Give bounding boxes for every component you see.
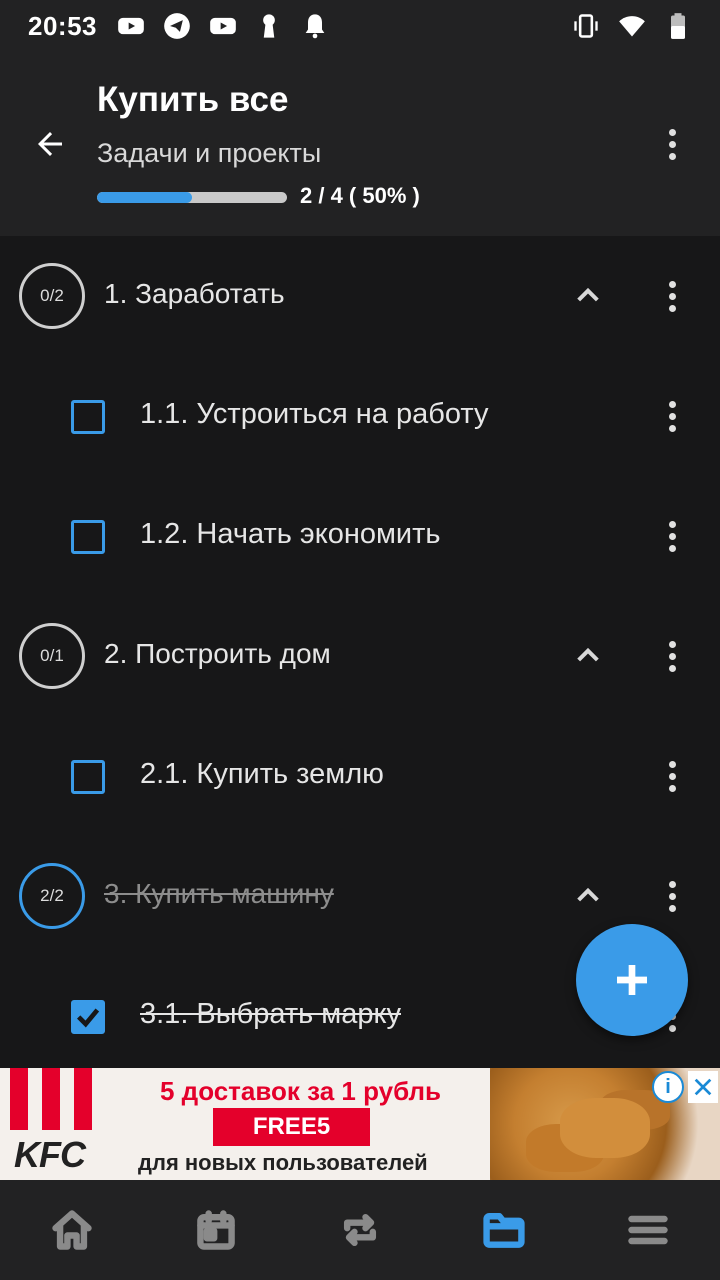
chevron-up-icon <box>577 287 599 302</box>
ad-banner[interactable]: KFC 5 доставок за 1 рубль FREE5 для новы… <box>0 1068 720 1180</box>
task-checkbox[interactable] <box>71 520 105 554</box>
chevron-up-icon <box>577 887 599 902</box>
group-menu-button[interactable] <box>652 872 692 920</box>
home-icon <box>52 1210 92 1250</box>
overall-progress-bar <box>97 192 287 203</box>
page-title: Купить все <box>97 80 289 119</box>
ad-promo-code: FREE5 <box>213 1108 370 1146</box>
ad-close-button[interactable] <box>688 1071 718 1103</box>
task-checkbox[interactable] <box>71 400 105 434</box>
group-progress-ring: 0/1 <box>19 623 85 689</box>
bottom-navigation <box>0 1180 720 1280</box>
collapse-button[interactable] <box>568 876 608 916</box>
more-vert-icon <box>668 520 676 552</box>
battery-icon <box>664 12 692 40</box>
plus-icon <box>617 965 647 995</box>
nav-projects[interactable] <box>432 1180 576 1280</box>
overall-progress-text: 2 / 4 ( 50% ) <box>300 183 420 208</box>
notification-icons <box>117 12 329 40</box>
overall-progress-fill <box>97 192 192 203</box>
task-menu-button[interactable] <box>652 752 692 800</box>
group-progress-ring: 2/2 <box>19 863 85 929</box>
task-checkbox[interactable] <box>71 760 105 794</box>
vibrate-icon <box>572 12 600 40</box>
back-button[interactable] <box>22 116 78 172</box>
ad-info-icon[interactable]: i <box>652 1071 684 1103</box>
more-vert-icon <box>668 280 676 312</box>
app-bar: Купить все Задачи и проекты 2 / 4 ( 50% … <box>0 52 720 236</box>
bell-icon <box>301 12 329 40</box>
task-menu-button[interactable] <box>652 392 692 440</box>
overflow-menu-button[interactable] <box>652 120 692 168</box>
keyhole-icon <box>255 12 283 40</box>
task-title: 2.1. Купить землю <box>140 758 384 790</box>
page-subtitle: Задачи и проекты <box>97 138 322 168</box>
ad-subline: для новых пользователей <box>138 1150 428 1175</box>
task-title: 1.2. Начать экономить <box>140 518 441 550</box>
kfc-stripes <box>0 1068 110 1130</box>
group-title: 2. Построить дом <box>104 638 331 669</box>
close-icon <box>694 1078 712 1096</box>
system-icons <box>572 12 692 40</box>
app-root: 20:53 Купить все Задачи и проекты 2 / 4 … <box>0 0 720 1280</box>
task-row[interactable]: 2.1. Купить землю <box>0 716 720 836</box>
group-row[interactable]: 0/1 2. Построить дом <box>0 596 720 716</box>
more-vert-icon <box>668 880 676 912</box>
folder-icon <box>483 1213 525 1248</box>
nav-recurring[interactable] <box>288 1180 432 1280</box>
more-vert-icon <box>668 760 676 792</box>
task-title: 1.1. Устроиться на работу <box>140 398 489 430</box>
more-vert-icon <box>668 400 676 432</box>
status-bar: 20:53 <box>0 0 720 52</box>
collapse-button[interactable] <box>568 636 608 676</box>
group-menu-button[interactable] <box>652 272 692 320</box>
more-vert-icon <box>668 640 676 672</box>
task-menu-button[interactable] <box>652 512 692 560</box>
ad-headline: 5 доставок за 1 рубль <box>160 1076 441 1106</box>
group-row[interactable]: 0/2 1. Заработать <box>0 236 720 356</box>
group-title: 3. Купить машину <box>104 878 334 909</box>
add-task-button[interactable] <box>576 924 688 1036</box>
repeat-icon <box>343 1213 377 1247</box>
ad-food-image-detail <box>560 1098 650 1158</box>
nav-calendar[interactable] <box>144 1180 288 1280</box>
more-vert-icon <box>668 128 676 160</box>
telegram-icon <box>163 12 191 40</box>
wifi-icon <box>618 12 646 40</box>
arrow-back-icon <box>38 132 62 156</box>
nav-menu[interactable] <box>576 1180 720 1280</box>
menu-icon <box>628 1215 668 1245</box>
check-icon <box>77 1008 100 1028</box>
calendar-icon <box>197 1210 235 1250</box>
collapse-button[interactable] <box>568 276 608 316</box>
ad-brand-logo: KFC <box>14 1134 86 1175</box>
task-row[interactable]: 1.2. Начать экономить <box>0 476 720 596</box>
youtube-icon <box>117 12 145 40</box>
status-time: 20:53 <box>28 10 97 41</box>
task-row[interactable]: 1.1. Устроиться на работу <box>0 356 720 476</box>
group-menu-button[interactable] <box>652 632 692 680</box>
task-checkbox[interactable] <box>71 1000 105 1034</box>
nav-home[interactable] <box>0 1180 144 1280</box>
youtube-icon <box>209 12 237 40</box>
task-title: 3.1. Выбрать марку <box>140 998 401 1030</box>
group-title: 1. Заработать <box>104 278 285 309</box>
chevron-up-icon <box>577 647 599 662</box>
group-progress-ring: 0/2 <box>19 263 85 329</box>
